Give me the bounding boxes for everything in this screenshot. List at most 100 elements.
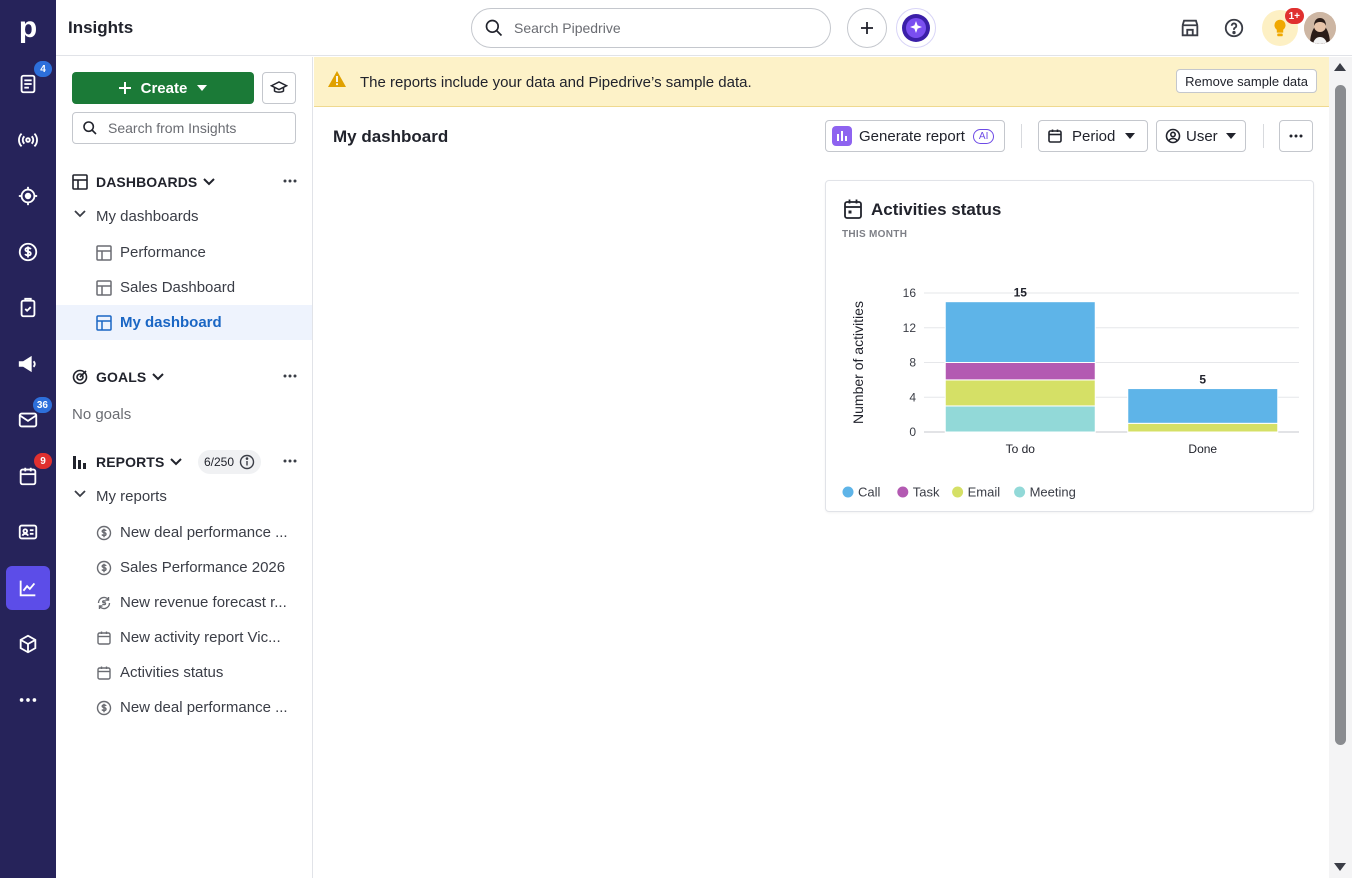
- learning-button[interactable]: [262, 72, 296, 104]
- dashboards-section-header[interactable]: DASHBOARDS: [72, 170, 298, 194]
- dashboard-item-label: My dashboard: [120, 314, 222, 331]
- clipboard-check-icon: [20, 297, 36, 318]
- more-options-icon[interactable]: [282, 173, 298, 189]
- quick-add-button[interactable]: [847, 8, 887, 48]
- caret-down-icon: [1225, 133, 1236, 139]
- scroll-down-arrow-icon[interactable]: [1334, 863, 1346, 871]
- dashboard-more-button[interactable]: [1279, 120, 1313, 152]
- dollar-icon: [96, 560, 112, 576]
- report-item[interactable]: New deal performance ...: [56, 690, 312, 725]
- mail-icon: [18, 412, 38, 428]
- more-options-icon[interactable]: [282, 453, 298, 469]
- nav-calendar[interactable]: 9: [6, 453, 52, 498]
- dashboards-title: DASHBOARDS: [96, 174, 198, 190]
- insights-search-input[interactable]: [108, 120, 288, 136]
- calendar-icon: [19, 467, 37, 486]
- report-item-label: New deal performance ...: [120, 524, 288, 541]
- scroll-thumb[interactable]: [1335, 85, 1346, 745]
- notification-badge: 1+: [1284, 8, 1304, 24]
- nav-more[interactable]: [6, 678, 50, 722]
- toolbar-divider: [1021, 124, 1022, 148]
- activities-badge: 9: [34, 453, 52, 469]
- reports-section-header[interactable]: REPORTS 6/250: [72, 450, 298, 474]
- report-item[interactable]: New deal performance ...: [56, 515, 312, 550]
- ai-assistant-button[interactable]: [896, 8, 936, 48]
- legend-swatch: [842, 486, 854, 498]
- target-icon: [18, 186, 38, 206]
- nav-activities-tasks[interactable]: [6, 286, 50, 330]
- legend-label: Call: [858, 485, 881, 500]
- insights-sidebar: Create DASHBOARDS My dashboards Performa…: [56, 57, 313, 878]
- caret-down-icon: [1125, 133, 1136, 139]
- goals-section-header[interactable]: GOALS: [72, 365, 298, 389]
- toolbar-divider: [1263, 124, 1264, 148]
- nav-insights[interactable]: [6, 566, 50, 610]
- marketplace-button[interactable]: [1176, 14, 1204, 42]
- user-label: User: [1186, 127, 1218, 145]
- report-item[interactable]: Activities status: [56, 655, 312, 690]
- my-dashboards-label: My dashboards: [96, 208, 199, 225]
- insights-search[interactable]: [72, 112, 296, 144]
- nav-target[interactable]: [6, 174, 50, 218]
- y-tick-label: 4: [909, 390, 916, 404]
- legend-swatch: [1014, 486, 1026, 498]
- y-tick-label: 16: [903, 286, 917, 300]
- main-scrollbar[interactable]: [1329, 57, 1352, 878]
- store-icon: [1181, 19, 1199, 37]
- ai-report-icon: [832, 126, 852, 146]
- leads-badge: 4: [34, 61, 52, 77]
- sample-data-banner: The reports include your data and Pipedr…: [314, 57, 1329, 107]
- caret-down-icon: [197, 85, 208, 91]
- tips-button[interactable]: 1+: [1262, 8, 1304, 46]
- report-item[interactable]: New revenue forecast r...: [56, 585, 312, 620]
- info-icon[interactable]: [239, 454, 255, 470]
- calendar-icon: [1048, 129, 1062, 143]
- calendar-icon: [97, 666, 111, 680]
- contact-card-icon: [18, 524, 38, 540]
- x-tick-label: Done: [1188, 442, 1217, 456]
- more-options-icon[interactable]: [282, 368, 298, 384]
- nav-campaigns[interactable]: [6, 342, 50, 386]
- dollar-icon: [18, 242, 38, 262]
- help-icon: [1224, 18, 1244, 38]
- generate-report-button[interactable]: Generate report AI: [825, 120, 1005, 152]
- report-item[interactable]: Sales Performance 2026: [56, 550, 312, 585]
- period-filter-button[interactable]: Period: [1038, 120, 1148, 152]
- user-avatar[interactable]: [1304, 12, 1336, 44]
- nav-contacts[interactable]: [6, 510, 50, 554]
- nav-leads[interactable]: 4: [6, 61, 52, 106]
- remove-sample-data-button[interactable]: Remove sample data: [1176, 69, 1317, 93]
- nav-campaigns-radio[interactable]: [6, 118, 50, 162]
- nav-deals[interactable]: [6, 230, 50, 274]
- global-search[interactable]: [471, 8, 831, 48]
- help-button[interactable]: [1220, 14, 1248, 42]
- report-item[interactable]: New activity report Vic...: [56, 620, 312, 655]
- create-button[interactable]: Create: [72, 72, 254, 104]
- goal-target-icon: [72, 369, 88, 385]
- scroll-up-arrow-icon[interactable]: [1334, 63, 1346, 71]
- activities-status-card[interactable]: Activities status THIS MONTH 0 4 8 12 16 Numb…: [825, 180, 1314, 512]
- graduation-cap-icon: [270, 81, 288, 93]
- nav-mail[interactable]: 36: [6, 397, 52, 442]
- my-reports-label: My reports: [96, 488, 167, 505]
- search-icon: [83, 121, 97, 135]
- dashboard-grid-icon: [96, 245, 112, 261]
- create-button-label: Create: [140, 79, 188, 97]
- dashboard-item-my-dashboard[interactable]: My dashboard: [56, 305, 312, 340]
- dollar-icon: [96, 700, 112, 716]
- dashboard-item-sales-dashboard[interactable]: Sales Dashboard: [56, 270, 312, 305]
- activities-status-chart: 0 4 8 12 16 Number of activities 15 To do 5 Done C…: [842, 286, 1299, 500]
- nav-products[interactable]: [6, 622, 50, 666]
- user-circle-icon: [1165, 128, 1181, 144]
- global-search-input[interactable]: [514, 20, 794, 36]
- my-reports-folder[interactable]: My reports: [56, 485, 312, 509]
- legend-label: Task: [913, 485, 940, 500]
- user-filter-button[interactable]: User: [1156, 120, 1246, 152]
- pipedrive-logo[interactable]: p: [0, 0, 56, 56]
- reports-title: REPORTS: [96, 454, 165, 470]
- dashboard-grid-icon: [96, 280, 112, 296]
- bar-segment-task: [944, 362, 1096, 381]
- my-dashboards-folder[interactable]: My dashboards: [56, 205, 312, 229]
- dashboard-item-performance[interactable]: Performance: [56, 235, 312, 270]
- report-item-label: New activity report Vic...: [120, 629, 281, 646]
